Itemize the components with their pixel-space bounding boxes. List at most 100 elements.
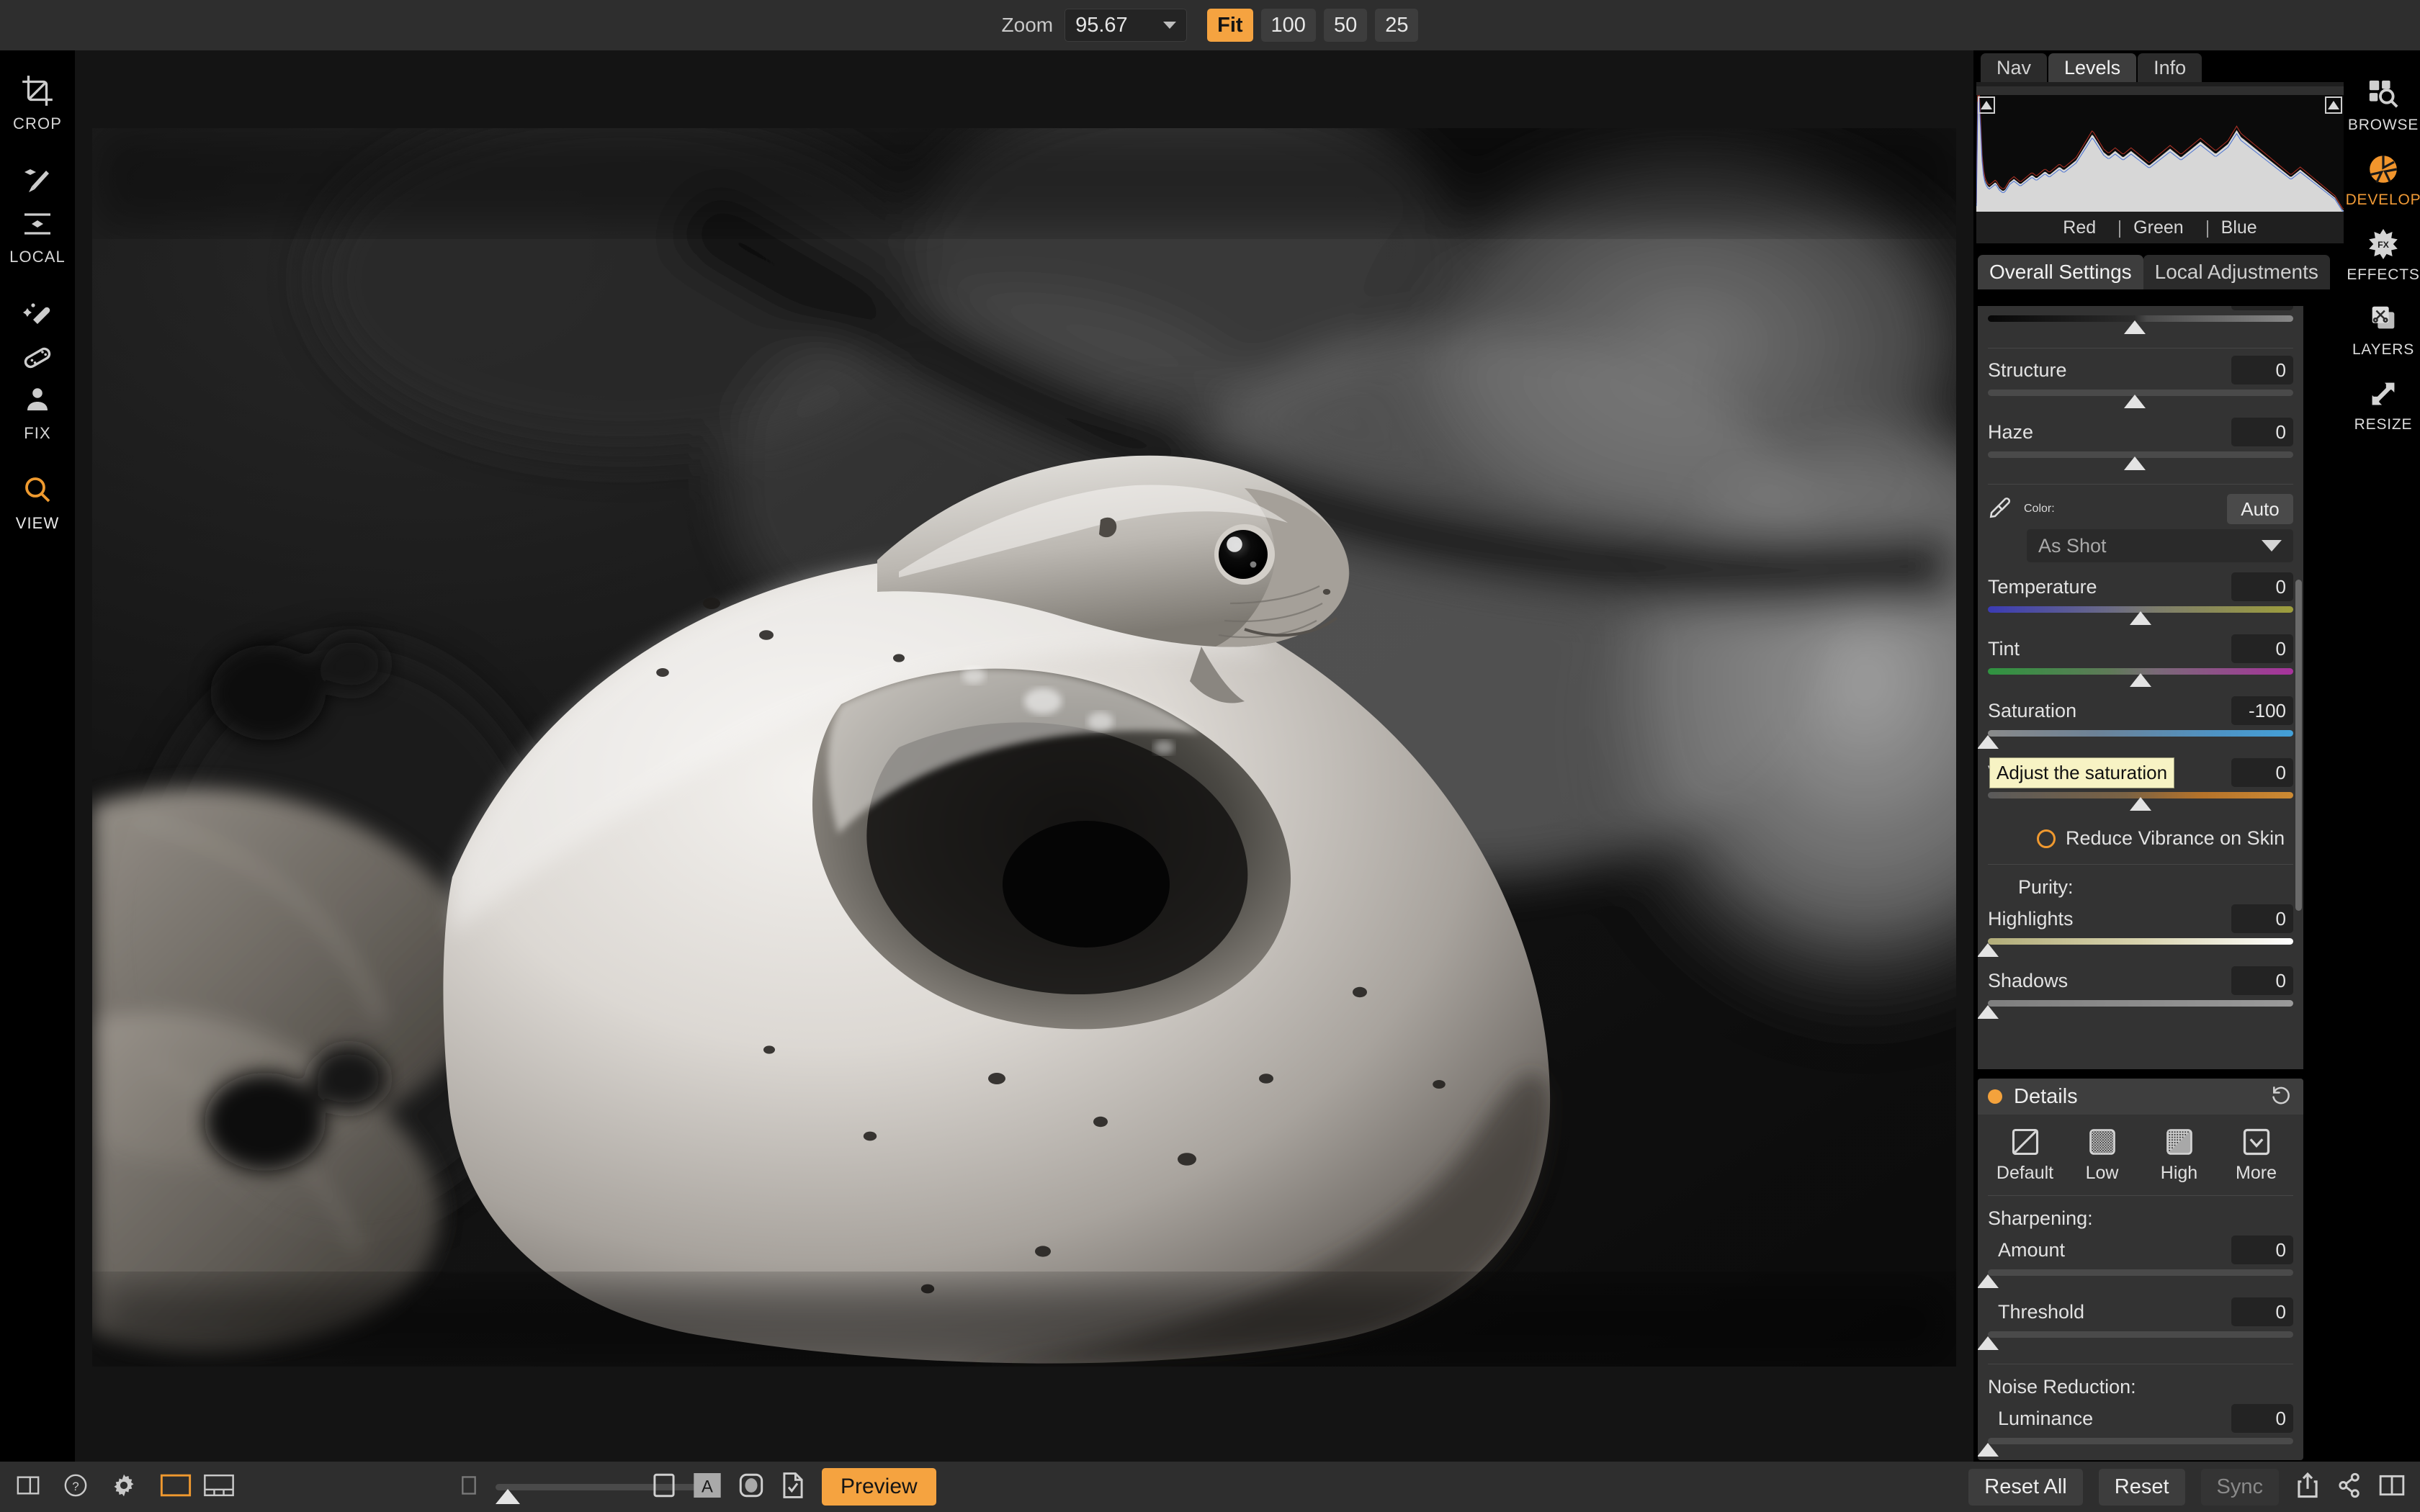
slider-temperature-thumb[interactable] [2130,611,2151,625]
slider-structure-track[interactable] [1988,390,2293,408]
settings-scrollbar[interactable] [2295,580,2302,911]
shadow-clipping-toggle[interactable] [1978,96,1995,114]
slider-saturation-thumb[interactable] [1978,735,1999,749]
slider-tint-value[interactable]: 0 [2231,634,2293,663]
filmstrip-view-icon[interactable] [203,1474,235,1500]
reset-button[interactable]: Reset [2098,1468,2185,1506]
slider-structure[interactable]: Structure 0 [1978,353,2303,415]
preset-low[interactable]: Low [2071,1126,2133,1184]
slider-haze-value[interactable]: 0 [2231,418,2293,446]
slider-purity-highlights-thumb[interactable] [1978,943,1999,957]
levels-histogram[interactable] [1976,82,2344,212]
module-browse[interactable]: BROWSE [2347,75,2420,134]
zoom-25-button[interactable]: 25 [1375,9,1419,42]
radio-icon[interactable] [2037,829,2056,848]
slider-blacks-track[interactable] [1988,315,2293,334]
adjustment-brush-tool[interactable] [0,161,75,201]
compare-split-icon[interactable] [2378,1474,2406,1500]
channel-green-label[interactable]: Green [2115,217,2202,238]
retouch-brush-tool[interactable] [0,337,75,377]
perfect-eraser-tool[interactable] [0,294,75,334]
thumbnail-size-thumb[interactable] [496,1488,520,1504]
slider-noise-luminance-thumb[interactable] [1978,1443,1999,1457]
share-export-icon[interactable] [2295,1472,2321,1503]
zoom-value-select[interactable]: 95.67 [1065,9,1188,42]
module-effects[interactable]: FX EFFECTS [2347,225,2420,284]
slider-structure-thumb[interactable] [2123,395,2146,408]
slider-tint-track[interactable] [1988,668,2293,687]
eyedropper-icon[interactable] [1988,495,2012,523]
module-resize[interactable]: RESIZE [2347,374,2420,433]
tab-info[interactable]: Info [2138,53,2202,82]
settings-scrollbar-thumb[interactable] [2295,580,2302,911]
slider-vibrance-value[interactable]: 0 [2231,758,2293,787]
slider-haze-track[interactable] [1988,451,2293,470]
image-canvas-area[interactable] [75,50,1973,1462]
help-icon[interactable]: ? [63,1473,88,1501]
share-nodes-icon[interactable] [2336,1472,2362,1503]
preview-button[interactable]: Preview [822,1468,936,1506]
slider-purity-highlights-value[interactable]: 0 [2231,904,2293,933]
slider-haze[interactable]: Haze 0 [1978,415,2303,477]
slider-saturation-track[interactable] [1978,730,2293,749]
tab-local-adjustments[interactable]: Local Adjustments [2143,255,2330,289]
slider-temperature-track[interactable] [1988,606,2293,625]
channel-blue-label[interactable]: Blue [2202,217,2276,238]
module-develop[interactable]: DEVELOP [2346,150,2420,209]
reset-all-button[interactable]: Reset All [1968,1468,2083,1506]
white-balance-select[interactable]: As Shot [2027,529,2293,562]
slider-sharpen-threshold-thumb[interactable] [1978,1336,1999,1350]
slider-purity-shadows[interactable]: Shadows 0 [1978,963,2303,1025]
slider-noise-luminance[interactable]: Luminance 0 [1978,1401,2303,1460]
settings-scroll-area[interactable]: Blacks 0 Structure 0 [1978,306,2303,1069]
highlight-clipping-toggle[interactable] [2325,96,2342,114]
zoom-fit-button[interactable]: Fit [1207,9,1253,42]
aspect-icon[interactable] [652,1472,676,1502]
slider-purity-highlights[interactable]: Highlights 0 [1978,901,2303,963]
single-view-icon[interactable] [160,1474,192,1500]
slider-temperature[interactable]: Temperature 0 [1978,570,2303,631]
reset-arrow-icon[interactable] [2270,1084,2293,1110]
slider-blacks[interactable]: Blacks 0 [1978,306,2303,341]
slider-saturation-value[interactable]: -100 [2231,696,2293,725]
thumbnail-size-checkbox[interactable] [461,1475,477,1498]
channel-red-label[interactable]: Red [2044,217,2115,238]
tab-levels[interactable]: Levels [2048,53,2137,82]
preset-default[interactable]: Default [1994,1126,2056,1184]
preset-more[interactable]: More [2226,1126,2287,1184]
slider-vibrance-thumb[interactable] [2130,797,2151,811]
slider-purity-highlights-track[interactable] [1978,938,2293,957]
slider-temperature-value[interactable]: 0 [2231,572,2293,601]
zoom-tool[interactable]: VIEW [0,470,75,533]
preset-high[interactable]: High [2148,1126,2210,1184]
slider-saturation[interactable]: Saturation -100 [1978,693,2303,755]
slider-structure-value[interactable]: 0 [2231,356,2293,384]
edited-photo[interactable] [92,128,1956,1367]
slider-purity-shadows-value[interactable]: 0 [2231,966,2293,995]
module-layers[interactable]: LAYERS [2347,300,2420,359]
slider-sharpen-amount[interactable]: Amount 0 [1978,1233,2303,1295]
details-header[interactable]: Details [1978,1079,2303,1115]
slider-blacks-value[interactable]: 0 [2231,306,2293,310]
slider-purity-shadows-track[interactable] [1978,1000,2293,1019]
shape-icon[interactable] [738,1472,764,1502]
zoom-100-button[interactable]: 100 [1260,9,1316,42]
slider-sharpen-threshold-track[interactable] [1978,1331,2293,1350]
slider-vibrance-track[interactable] [1988,792,2293,811]
zoom-50-button[interactable]: 50 [1323,9,1368,42]
slider-tint-thumb[interactable] [2130,673,2151,687]
reduce-vibrance-on-skin-option[interactable]: Reduce Vibrance on Skin [1978,817,2303,857]
slider-noise-luminance-value[interactable]: 0 [2231,1404,2293,1433]
slider-sharpen-amount-thumb[interactable] [1978,1274,1999,1288]
slider-noise-luminance-track[interactable] [1978,1438,2293,1457]
slider-sharpen-threshold-value[interactable]: 0 [2231,1297,2293,1326]
color-auto-button[interactable]: Auto [2227,494,2293,524]
crop-tool[interactable]: CROP [0,71,75,133]
checkmark-file-icon[interactable] [781,1472,805,1503]
local-gradient-tool[interactable]: LOCAL [0,204,75,266]
slider-sharpen-threshold[interactable]: Threshold 0 [1978,1295,2303,1356]
clone-stamp-tool[interactable]: FIX [0,380,75,443]
slider-sharpen-amount-track[interactable] [1978,1269,2293,1288]
tab-nav[interactable]: Nav [1981,53,2048,82]
slider-blacks-thumb[interactable] [2123,320,2146,334]
